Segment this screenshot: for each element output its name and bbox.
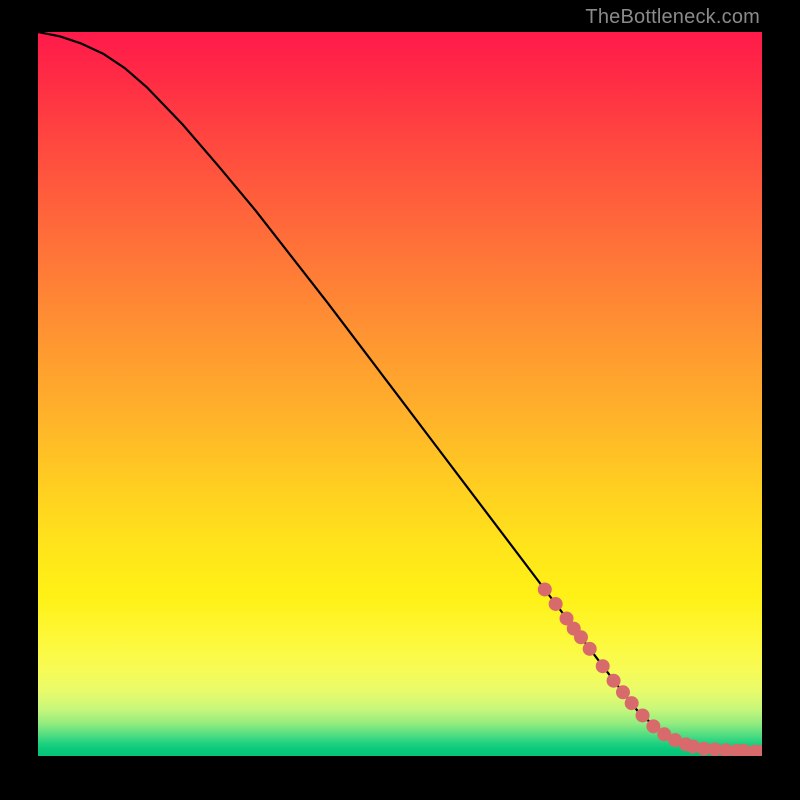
highlight-dot — [647, 720, 660, 733]
highlight-dot — [538, 583, 551, 596]
highlight-dot — [583, 642, 596, 655]
chart-stage: TheBottleneck.com — [0, 0, 800, 800]
highlight-dot — [616, 686, 629, 699]
watermark-text: TheBottleneck.com — [585, 6, 760, 29]
highlight-dot — [596, 660, 609, 673]
highlight-dot — [549, 597, 562, 610]
highlight-dot — [625, 697, 638, 710]
highlight-dot — [607, 674, 620, 687]
highlight-dot — [575, 631, 588, 644]
plot-area — [38, 32, 762, 756]
highlight-dots — [538, 583, 762, 756]
chart-overlay — [38, 32, 762, 756]
highlight-dot — [636, 709, 649, 722]
curve-line — [38, 32, 762, 752]
